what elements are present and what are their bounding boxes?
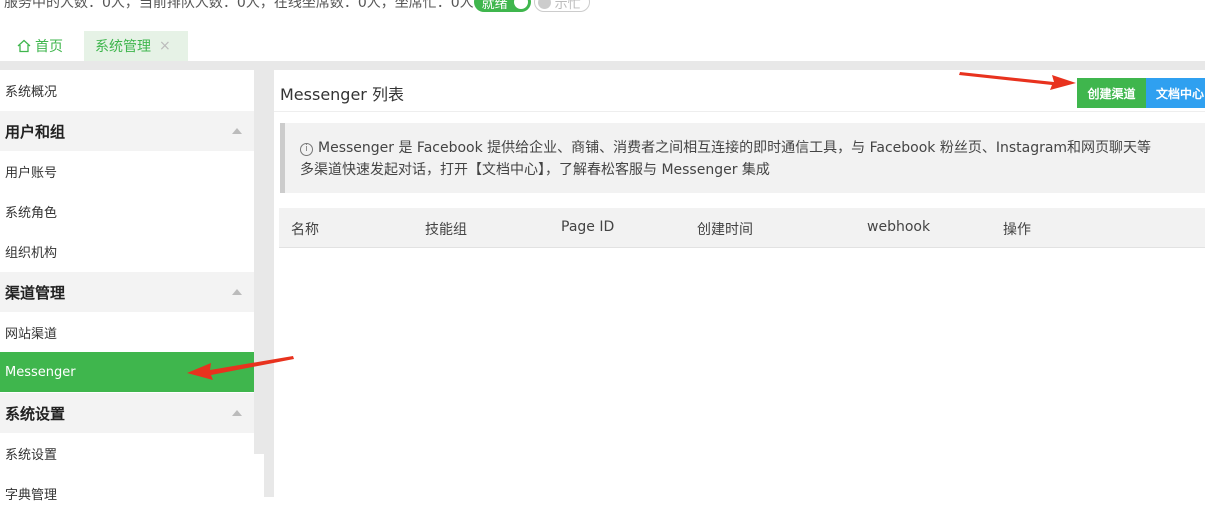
- home-icon: [17, 39, 31, 53]
- service-status-text: 服务中的人数：0人，当前排队人数：0人，在线坐席数：0人，坐席忙：0人: [4, 0, 474, 11]
- sidebar-item-label: 用户账号: [5, 165, 58, 181]
- toggle-knob: [513, 0, 528, 9]
- tab-home-label: 首页: [35, 39, 63, 55]
- sidebar-group-label: 系统设置: [5, 404, 66, 423]
- annotation-arrow-to-messenger: [187, 356, 294, 380]
- tab-bar: 首页 系统管理 ×: [0, 31, 1205, 61]
- sidebar-group-system-settings[interactable]: 系统设置: [0, 393, 254, 433]
- column-header-skill-group: 技能组: [425, 222, 467, 238]
- sidebar-item-label: Messenger: [5, 364, 76, 380]
- busy-toggle-label: 示忙: [554, 0, 581, 12]
- sidebar-item-website-channel[interactable]: 网站渠道: [0, 312, 254, 352]
- annotation-arrow-to-create-button: [959, 72, 1076, 90]
- doc-center-button[interactable]: 文档中心: [1146, 78, 1205, 108]
- sidebar-item-label: 组织机构: [5, 245, 58, 261]
- sidebar-group-channel-management[interactable]: 渠道管理: [0, 272, 254, 312]
- sidebar-item-label: 系统角色: [5, 205, 58, 221]
- sidebar-item-system-overview[interactable]: 系统概况: [0, 70, 254, 110]
- sidebar-group-label: 用户和组: [5, 122, 66, 141]
- content-gutter: [264, 70, 274, 497]
- sidebar-item-label: 网站渠道: [5, 326, 58, 342]
- notice-text-1: Messenger 是 Facebook 提供给企业、商铺、消费者之间相互连接的…: [318, 140, 1152, 156]
- ready-toggle-label: 就绪: [481, 0, 508, 12]
- sidebar-group-users-and-groups[interactable]: 用户和组: [0, 111, 254, 151]
- service-status-bar: 服务中的人数：0人，当前排队人数：0人，在线坐席数：0人，坐席忙：0人 就绪 示…: [4, 0, 590, 13]
- collapse-caret-icon: [232, 128, 242, 134]
- collapse-caret-icon: [232, 289, 242, 295]
- notice-line-2: 多渠道快速发起对话，打开【文档中心】，了解春松客服与 Messenger 集成: [300, 162, 770, 178]
- sidebar-item-system-roles[interactable]: 系统角色: [0, 191, 254, 231]
- close-icon[interactable]: ×: [159, 38, 171, 54]
- sidebar-item-label: 字典管理: [5, 487, 58, 503]
- info-icon: i: [300, 143, 313, 156]
- sidebar-item-user-accounts[interactable]: 用户账号: [0, 151, 254, 191]
- sidebar-item-label: 系统设置: [5, 447, 58, 463]
- tab-system-management[interactable]: 系统管理 ×: [84, 31, 188, 61]
- sidebar-item-organization[interactable]: 组织机构: [0, 231, 254, 271]
- tab-home[interactable]: 首页: [17, 31, 63, 61]
- main-panel: Messenger 列表 创建渠道 文档中心 i Messenger 是 Face…: [274, 70, 1205, 497]
- sidebar-group-label: 渠道管理: [5, 283, 66, 302]
- column-header-page-id: Page ID: [561, 219, 615, 235]
- sidebar-scroll-track[interactable]: [254, 70, 264, 454]
- sidebar-item-dictionary-management[interactable]: 字典管理: [0, 473, 254, 513]
- column-header-webhook: webhook: [867, 219, 931, 235]
- column-header-name: 名称: [291, 222, 319, 238]
- table-header: 名称 技能组 Page ID 创建时间 webhook 操作: [279, 208, 1205, 248]
- column-header-actions: 操作: [1003, 222, 1031, 238]
- busy-toggle[interactable]: 示忙: [533, 0, 590, 12]
- sidebar-item-label: 系统概况: [5, 84, 58, 100]
- tab-system-management-label: 系统管理: [95, 39, 151, 55]
- page-title: Messenger 列表: [280, 85, 404, 104]
- sidebar-item-system-settings[interactable]: 系统设置: [0, 433, 254, 473]
- toggle-knob: [537, 0, 551, 9]
- collapse-caret-icon: [232, 410, 242, 416]
- info-notice: i Messenger 是 Facebook 提供给企业、商铺、消费者之间相互连接…: [280, 123, 1205, 193]
- column-header-created-time: 创建时间: [697, 222, 753, 238]
- notice-line-1: i Messenger 是 Facebook 提供给企业、商铺、消费者之间相互连接…: [300, 137, 1205, 159]
- ready-toggle[interactable]: 就绪: [473, 0, 531, 12]
- sidebar: 系统概况 用户和组 用户账号 系统角色 组织机构 渠道管理 网站渠道 Messe…: [0, 70, 254, 503]
- create-channel-button[interactable]: 创建渠道: [1077, 78, 1146, 108]
